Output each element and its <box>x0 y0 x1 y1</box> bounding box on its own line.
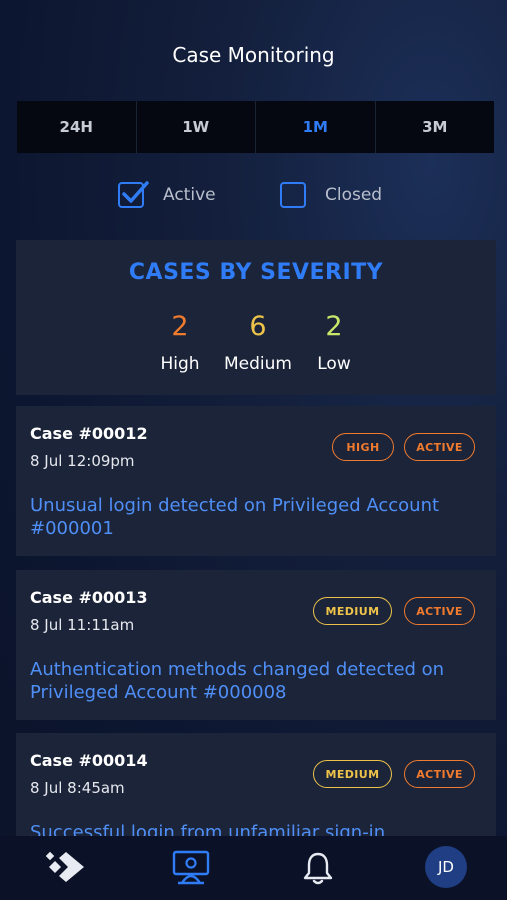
case-heading: Case #00014 <box>30 751 148 770</box>
filter-closed[interactable]: Closed <box>280 182 382 208</box>
time-range-tabs: 24H 1W 1M 3M <box>17 101 494 153</box>
case-heading: Case #00012 <box>30 424 148 443</box>
severity-summary-card: CASES BY SEVERITY 2 High 6 Medium 2 Low <box>16 240 496 395</box>
case-word: Case <box>30 424 73 443</box>
case-heading: Case #00013 <box>30 588 148 607</box>
tab-24h[interactable]: 24H <box>17 101 137 153</box>
closed-checkbox[interactable] <box>280 182 306 208</box>
case-card[interactable]: Case #00014 8 Jul 8:45am MEDIUM ACTIVE S… <box>16 733 496 836</box>
case-description: Successful login from unfamiliar sign-in <box>30 822 386 836</box>
case-date: 8 Jul 12:09pm <box>30 452 135 470</box>
case-date: 8 Jul 11:11am <box>30 616 135 634</box>
status-filters: Active Closed <box>0 181 507 212</box>
bell-icon <box>303 852 333 885</box>
severity-high[interactable]: 2 High <box>135 311 225 375</box>
severity-badge: MEDIUM <box>313 760 392 788</box>
status-badge: ACTIVE <box>404 760 475 788</box>
high-count: 2 <box>171 311 189 342</box>
low-count: 2 <box>325 311 343 342</box>
filter-active[interactable]: Active <box>118 181 216 208</box>
tab-1w[interactable]: 1W <box>137 101 256 153</box>
case-word: Case <box>30 588 73 607</box>
monitor-person-icon <box>172 850 210 885</box>
tab-1m[interactable]: 1M <box>256 101 376 153</box>
severity-low[interactable]: 2 Low <box>289 311 379 375</box>
severity-badge: HIGH <box>332 433 394 461</box>
active-checkbox[interactable] <box>118 181 149 208</box>
severity-title: CASES BY SEVERITY <box>128 260 384 285</box>
high-label: High <box>160 354 200 374</box>
logo-icon <box>45 851 84 882</box>
avatar[interactable]: JD <box>425 846 467 888</box>
filter-active-label: Active <box>163 185 216 205</box>
case-card[interactable]: Case #00013 8 Jul 11:11am MEDIUM ACTIVE … <box>16 570 496 720</box>
checkmark-icon <box>122 181 149 203</box>
nav-home[interactable] <box>45 850 86 888</box>
case-word: Case <box>30 751 73 770</box>
tab-3m[interactable]: 3M <box>376 101 495 153</box>
case-description: Unusual login detected on Privileged Acc… <box>30 495 440 539</box>
page-title: Case Monitoring <box>172 43 335 67</box>
nav-notifications[interactable] <box>303 850 333 890</box>
nav-monitoring[interactable] <box>172 849 210 891</box>
case-date: 8 Jul 8:45am <box>30 779 125 797</box>
case-card[interactable]: Case #00012 8 Jul 12:09pm HIGH ACTIVE Un… <box>16 406 496 556</box>
case-number: #00014 <box>78 751 148 770</box>
bottom-nav: JD <box>0 836 507 900</box>
case-description: Authentication methods changed detected … <box>30 659 445 703</box>
status-badge: ACTIVE <box>404 597 475 625</box>
low-label: Low <box>317 354 351 374</box>
case-number: #00012 <box>78 424 148 443</box>
severity-badge: MEDIUM <box>313 597 392 625</box>
case-number: #00013 <box>78 588 148 607</box>
filter-closed-label: Closed <box>325 185 383 205</box>
status-badge: ACTIVE <box>404 433 475 461</box>
